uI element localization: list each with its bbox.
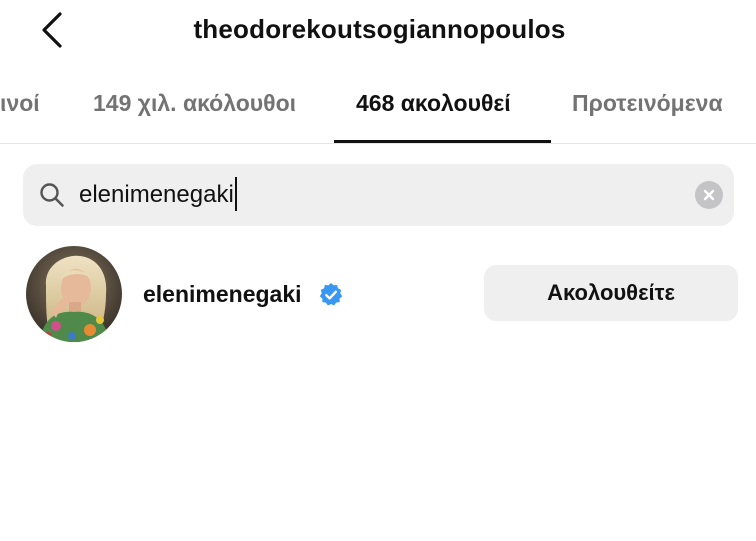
search-input-value: elenimenegaki (79, 181, 234, 208)
avatar[interactable] (26, 246, 122, 342)
search-bar[interactable]: elenimenegaki (23, 164, 734, 226)
clear-search-button[interactable] (695, 181, 723, 209)
following-button[interactable]: Ακολουθείτε (484, 265, 738, 321)
clear-icon (703, 189, 715, 201)
search-icon (40, 183, 64, 207)
tab-followers-partial[interactable]: οινοί (0, 90, 40, 117)
verified-badge-icon (319, 283, 343, 306)
tab-suggested[interactable]: Προτεινόμενα (572, 90, 723, 117)
page-title: theodorekoutsogiannopoulos (193, 14, 566, 44)
top-bar: theodorekoutsogiannopoulos (0, 0, 756, 64)
search-input[interactable]: elenimenegaki (79, 164, 679, 226)
text-cursor (234, 176, 237, 211)
tabs-divider (0, 143, 756, 144)
tab-bar: οινοί 149 χιλ. ακόλουθοι 468 ακολουθεί Π… (0, 72, 756, 146)
result-username[interactable]: elenimenegaki (143, 281, 302, 308)
tab-following[interactable]: 468 ακολουθεί (356, 90, 511, 117)
tab-followers[interactable]: 149 χιλ. ακόλουθοι (93, 90, 296, 117)
list-item[interactable]: elenimenegaki Ακολουθείτε (0, 240, 756, 346)
